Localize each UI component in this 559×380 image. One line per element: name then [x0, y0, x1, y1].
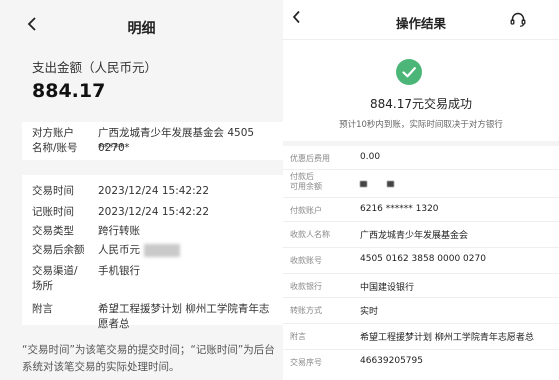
success-message: 884.17元交易成功: [370, 97, 472, 111]
redacted-mark: [360, 180, 367, 187]
redacted-mark: [387, 180, 394, 187]
fee-label: 优惠后费用: [290, 154, 330, 163]
available-label: 付款后 可用余额: [290, 172, 322, 192]
transaction-info-section: 交易时间 2023/12/24 15:42:22 记账时间 2023/12/24…: [22, 175, 283, 330]
check-circle-icon: [396, 59, 422, 85]
remark-row: 附言 希望工程援梦计划 柳州工学院青年志愿者总: [283, 324, 559, 350]
trade-type-value: 跨行转账: [98, 225, 140, 237]
payee-account-value: 4505 0162 3858 0000 0270: [360, 254, 486, 264]
serial-value: 46639205795: [360, 356, 423, 366]
payee-name-value: 广西龙城青少年发展基金会: [360, 231, 469, 241]
result-header: 操作结果: [283, 0, 559, 40]
fee-row: 优惠后费用 0.00: [283, 146, 559, 170]
channel-label-line2: 场所: [32, 280, 53, 292]
available-balance-row: 付款后 可用余额: [283, 170, 559, 198]
book-time-value: 2023/12/24 15:42:22: [98, 206, 210, 218]
trade-time-value: 2023/12/24 15:42:22: [98, 185, 210, 197]
payee-bank-value: 中国建设银行: [360, 283, 415, 293]
time-explanation-note: “交易时间”为该笔交易的提交时间；“记账时间”为后台系统对该笔交易的实际处理时间…: [22, 344, 275, 373]
channel-label-line1: 交易渠道/: [32, 265, 78, 277]
fee-value: 0.00: [360, 152, 381, 162]
page-title: 明细: [127, 21, 156, 37]
payee-bank-label: 收款银行: [290, 282, 322, 291]
serial-number-row: 交易序号 46639205795: [283, 350, 559, 374]
headset-icon: [510, 12, 526, 27]
payee-bank-row: 收款银行 中国建设银行: [283, 274, 559, 298]
counterparty-label-line2: 名称/账号: [32, 142, 78, 154]
counterparty-section: 对方账户 广西龙城青少年发展基金会 4505 ****** 名称/账号 0270: [22, 122, 283, 160]
remark-value: 希望工程援梦计划 柳州工学院青年志愿者总: [98, 303, 270, 330]
screenshot-composite: 明细 支出金额（人民币元） 884.17 对方账户 广西龙城青少年发展基金会 4…: [0, 0, 559, 380]
trade-time-label: 交易时间: [32, 185, 74, 197]
payee-account-label: 收款账号: [290, 256, 322, 265]
amount-label: 支出金额（人民币元）: [32, 60, 158, 75]
remark-label: 附言: [32, 303, 53, 315]
channel-value: 手机银行: [98, 265, 140, 277]
payer-label: 付款账户: [290, 206, 322, 215]
payee-name-row: 收款人名称 广西龙城青少年发展基金会: [283, 222, 559, 248]
available-redacted: [360, 179, 414, 189]
customer-service-button[interactable]: [509, 11, 527, 29]
detail-header: 明细: [0, 0, 283, 52]
balance-value: 人民币元: [98, 243, 277, 258]
available-label-line2: 可用余额: [290, 182, 322, 191]
transfer-method-row: 转账方式 实时: [283, 298, 559, 324]
payer-account-row: 付款账户 6216 ****** 1320: [283, 198, 559, 222]
method-label: 转账方式: [290, 306, 322, 315]
operation-result-panel: 操作结果 884.17元交易成功 预计10秒内到账，实际时间取决于对方银行 优惠…: [283, 0, 559, 380]
trade-type-label: 交易类型: [32, 225, 74, 237]
balance-redacted: [144, 243, 180, 257]
remark-value: 希望工程援梦计划 柳州工学院青年志愿者总: [360, 333, 534, 343]
transaction-detail-panel: 明细 支出金额（人民币元） 884.17 对方账户 广西龙城青少年发展基金会 4…: [0, 0, 283, 380]
payee-name-label: 收款人名称: [290, 230, 330, 239]
payee-account-row: 收款账号 4505 0162 3858 0000 0270: [283, 248, 559, 274]
counterparty-value-line2: 0270: [98, 142, 125, 154]
amount-value: 884.17: [32, 80, 106, 102]
balance-label: 交易后余额: [32, 244, 85, 256]
available-label-line1: 付款后: [290, 172, 314, 181]
counterparty-label-line1: 对方账户: [32, 127, 74, 139]
payer-value: 6216 ****** 1320: [360, 204, 439, 214]
arrival-hint: 预计10秒内到账，实际时间取决于对方银行: [339, 120, 503, 130]
remark-label: 附言: [290, 332, 306, 341]
book-time-label: 记账时间: [32, 206, 74, 218]
method-value: 实时: [360, 307, 379, 317]
balance-currency: 人民币元: [98, 244, 140, 256]
serial-label: 交易序号: [290, 358, 322, 367]
